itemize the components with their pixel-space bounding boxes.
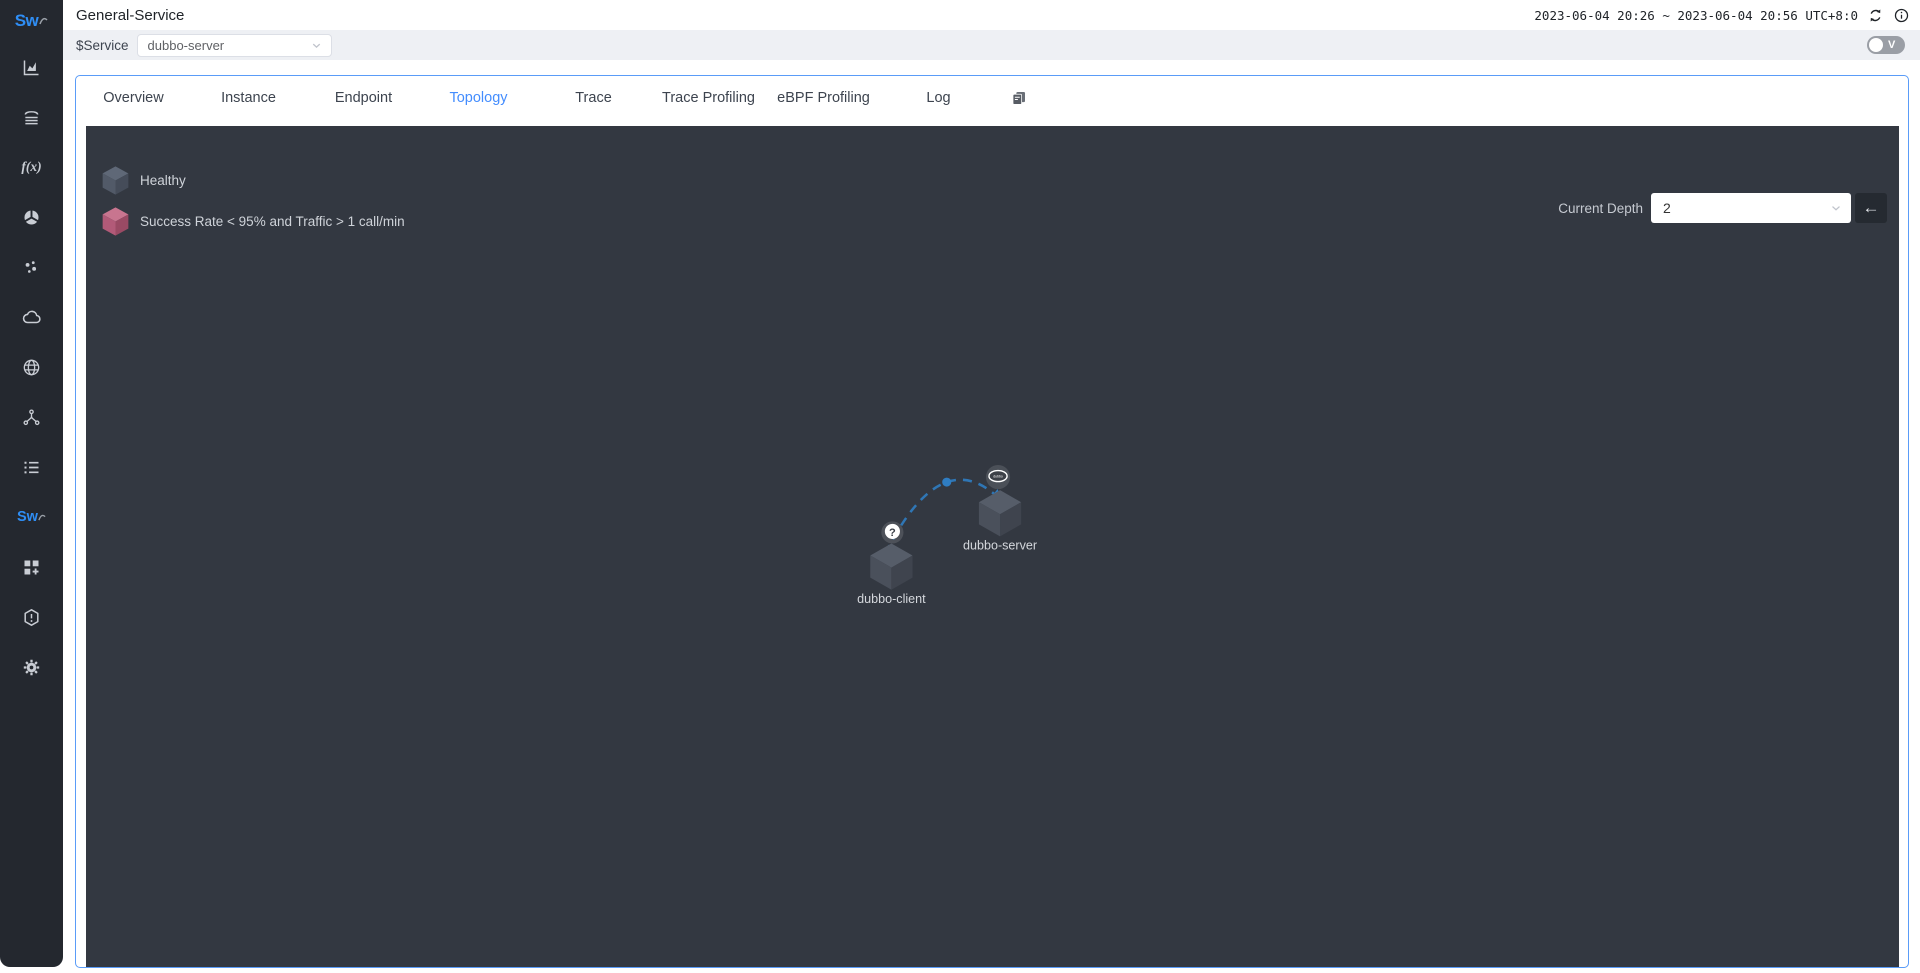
sidebar-item-globe[interactable] [0,342,63,392]
tab-bar: Overview Instance Endpoint Topology Trac… [76,76,1908,119]
tab-trace[interactable]: Trace [536,90,651,106]
function-icon: f(x) [21,159,41,175]
sidebar-item-pie[interactable] [0,192,63,242]
hexagon-alert-icon [21,607,42,628]
refresh-button[interactable] [1867,7,1884,24]
version-toggle[interactable]: V [1867,36,1905,54]
chevron-down-icon [310,39,323,52]
sidebar-item-sw-exporter[interactable]: Sw [0,492,63,542]
copy-tabs-button[interactable] [1010,89,1028,107]
sidebar-item-list[interactable] [0,442,63,492]
sidebar-item-settings[interactable] [0,642,63,692]
copy-icon [1010,89,1028,107]
sidebar-item-function[interactable]: f(x) [0,142,63,192]
scatter-dots-icon [21,257,42,278]
toggle-label: V [1888,39,1895,51]
service-select[interactable]: dubbo-server [137,34,332,57]
sidebar-item-bar-chart[interactable] [0,42,63,92]
topology-graph[interactable]: ? dubbo-client dubbo dubbo-server [86,126,1899,968]
tab-log[interactable]: Log [881,90,996,106]
sw-swoosh-icon [38,513,46,522]
molecule-icon [21,407,42,428]
sidebar: Sw f(x) [0,0,63,967]
sidebar-item-molecule[interactable] [0,392,63,442]
sidebar-item-scatter[interactable] [0,242,63,292]
tab-ebpf-profiling[interactable]: eBPF Profiling [766,90,881,106]
tab-overview[interactable]: Overview [76,90,191,106]
service-variable-label: $Service [76,38,129,53]
info-button[interactable] [1893,7,1910,24]
tab-trace-profiling[interactable]: Trace Profiling [651,90,766,106]
node-dubbo-server[interactable]: dubbo dubbo-server [963,465,1037,552]
layers-icon [21,107,42,128]
tab-endpoint[interactable]: Endpoint [306,90,421,106]
list-icon [21,457,42,478]
page-title: General-Service [76,7,184,24]
pie-icon [21,207,42,228]
topology-panel: Healthy Success Rate < 95% and Traffic >… [86,126,1899,968]
sidebar-item-layers[interactable] [0,92,63,142]
dubbo-badge-glyph: dubbo [993,475,1003,479]
sw-logo-icon: Sw [17,509,38,525]
bar-chart-icon [21,57,42,78]
grid-plus-icon [21,557,42,578]
node-label-dubbo-server: dubbo-server [963,539,1037,553]
sidebar-item-alarm[interactable] [0,592,63,642]
tab-topology[interactable]: Topology [421,90,536,106]
header: General-Service 2023-06-04 20:26 ~ 2023-… [63,0,1920,30]
skywalking-logo-text: Sw [15,11,39,31]
node-label-dubbo-client: dubbo-client [857,592,926,606]
logo-swoosh-icon [39,16,48,26]
info-icon [1893,7,1910,24]
refresh-icon [1867,7,1884,24]
cloud-icon [21,306,43,328]
sidebar-item-marketplace[interactable] [0,542,63,592]
globe-icon [21,357,42,378]
time-range-picker[interactable]: 2023-06-04 20:26 ~ 2023-06-04 20:56 UTC+… [1534,8,1858,23]
question-badge-glyph: ? [889,527,896,539]
gear-icon [21,657,42,678]
skywalking-logo[interactable]: Sw [15,0,49,42]
tab-instance[interactable]: Instance [191,90,306,106]
service-select-value: dubbo-server [148,38,225,53]
service-bar: $Service dubbo-server V [63,30,1920,60]
node-dubbo-client[interactable]: ? dubbo-client [857,521,926,605]
dashboard-card: Overview Instance Endpoint Topology Trac… [75,75,1909,968]
sidebar-item-cloud[interactable] [0,292,63,342]
edge-midpoint-dot [942,478,951,487]
toggle-knob [1869,38,1883,52]
